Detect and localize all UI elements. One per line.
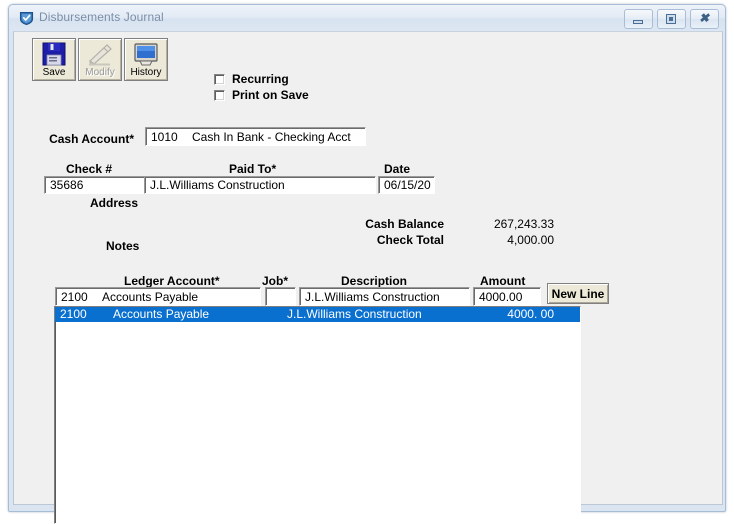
- ledger-account-header: Ledger Account*: [124, 274, 220, 288]
- check-number-value: 35686: [50, 178, 84, 192]
- job-field[interactable]: [265, 287, 296, 306]
- maximize-icon: [666, 14, 676, 24]
- check-total-label: Check Total: [376, 233, 444, 247]
- client-area: Save Modify History Recurring Print on S…: [13, 31, 723, 524]
- cash-account-field[interactable]: 1010 Cash In Bank - Checking Acct: [145, 127, 366, 146]
- description-header: Description: [341, 274, 408, 288]
- minimize-icon: [633, 20, 643, 24]
- check-number-label: Check #: [66, 162, 113, 176]
- maximize-button[interactable]: [657, 9, 686, 29]
- history-button[interactable]: History: [124, 38, 168, 81]
- ledger-account-field[interactable]: 2100 Accounts Payable: [55, 287, 261, 306]
- recurring-checkbox-row[interactable]: Recurring: [214, 72, 289, 86]
- new-line-button[interactable]: New Line: [547, 283, 609, 304]
- cash-balance-value: 267,243.33: [493, 217, 554, 231]
- table-row[interactable]: 2100 Accounts Payable J.L.Williams Const…: [55, 307, 580, 322]
- print-on-save-checkbox-row[interactable]: Print on Save: [214, 88, 309, 102]
- detail-grid[interactable]: 2100 Accounts Payable J.L.Williams Const…: [54, 306, 581, 524]
- date-label: Date: [384, 162, 411, 176]
- cash-balance-label: Cash Balance: [365, 217, 444, 231]
- modify-button-label: Modify: [85, 67, 115, 78]
- paid-to-label: Paid To*: [229, 162, 277, 176]
- row-account-code: 2100: [60, 307, 87, 321]
- monitor-screen-icon: [125, 42, 167, 66]
- row-amount: 4000. 00: [507, 307, 554, 321]
- recurring-checkbox[interactable]: [214, 73, 225, 85]
- paid-to-field[interactable]: J.L.Williams Construction: [144, 176, 376, 194]
- check-total-value: 4,000.00: [507, 233, 554, 247]
- description-field[interactable]: J.L.Williams Construction: [299, 287, 470, 306]
- row-description: J.L.Williams Construction: [287, 307, 422, 321]
- cash-account-name: Cash In Bank - Checking Acct: [192, 129, 351, 144]
- amount-header: Amount: [480, 274, 526, 288]
- row-account-name: Accounts Payable: [113, 307, 210, 321]
- app-shield-icon: [19, 11, 34, 26]
- close-button[interactable]: ✖: [690, 9, 719, 29]
- cash-account-label: Cash Account*: [49, 132, 134, 146]
- application-window: Disbursements Journal ✖ Save Modify Hist…: [8, 4, 726, 524]
- history-button-label: History: [130, 67, 162, 78]
- print-on-save-label: Print on Save: [232, 88, 309, 102]
- close-icon: ✖: [698, 11, 710, 25]
- description-value: J.L.Williams Construction: [305, 289, 440, 304]
- ledger-account-code: 2100: [61, 289, 88, 304]
- title-bar[interactable]: Disbursements Journal ✖: [9, 5, 725, 31]
- modify-button[interactable]: Modify: [78, 38, 122, 81]
- floppy-disk-icon: [33, 42, 75, 66]
- minimize-button[interactable]: [624, 9, 653, 29]
- address-label: Address: [90, 196, 139, 210]
- print-on-save-checkbox[interactable]: [214, 89, 225, 101]
- notes-label: Notes: [106, 239, 140, 253]
- save-button-label: Save: [42, 67, 66, 78]
- check-number-field[interactable]: 35686: [44, 176, 147, 194]
- amount-value: 4000.00: [479, 289, 523, 304]
- date-field[interactable]: 06/15/20: [378, 176, 435, 194]
- job-header: Job*: [262, 274, 289, 288]
- cash-account-code: 1010: [151, 129, 178, 144]
- ledger-account-name: Accounts Payable: [102, 289, 199, 304]
- date-value: 06/15/20: [384, 178, 431, 192]
- save-button[interactable]: Save: [32, 38, 76, 81]
- new-line-button-label: New Line: [551, 286, 605, 301]
- paid-to-value: J.L.Williams Construction: [150, 178, 285, 192]
- window-controls: ✖: [624, 9, 719, 29]
- window-title: Disbursements Journal: [39, 10, 164, 24]
- toolbar: Save Modify History: [32, 38, 168, 81]
- amount-field[interactable]: 4000.00: [473, 287, 541, 306]
- pencil-edit-icon: [79, 42, 121, 66]
- recurring-label: Recurring: [232, 72, 289, 86]
